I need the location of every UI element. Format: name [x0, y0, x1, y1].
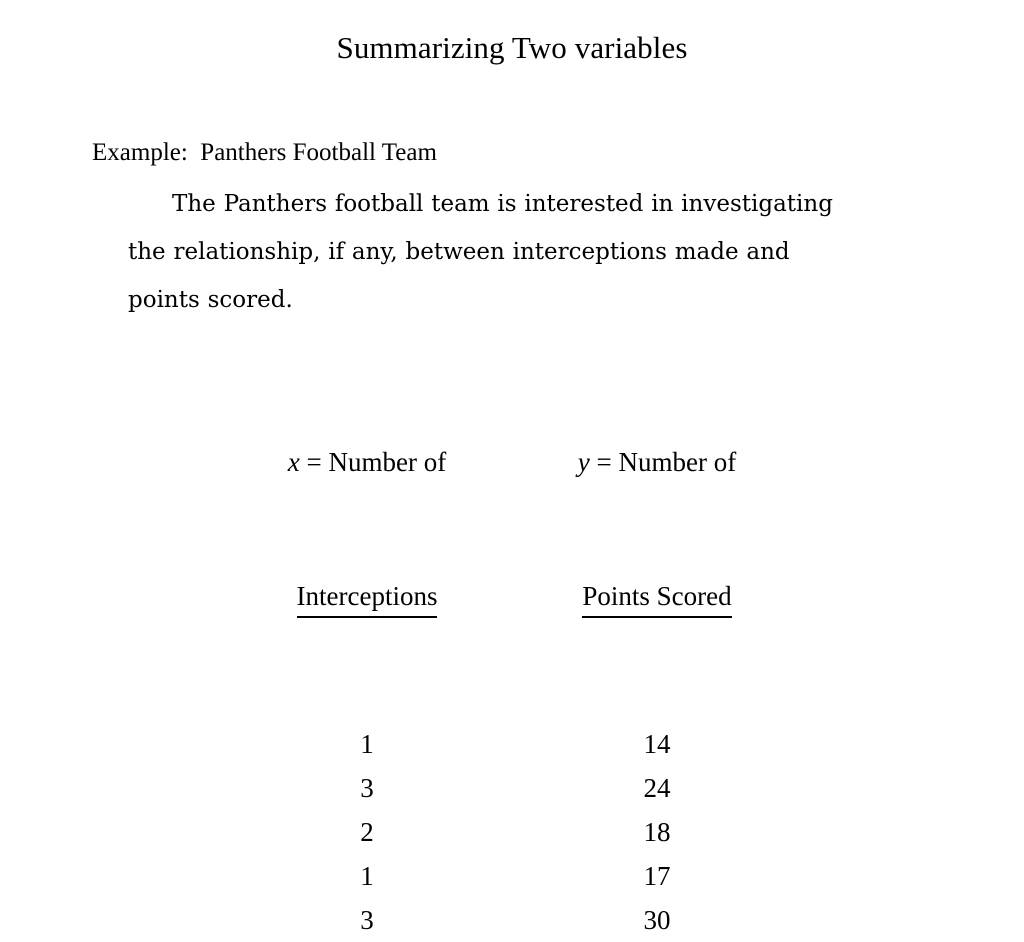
column-header-x-line2: Interceptions [296, 577, 438, 618]
column-header-x-text: = Number of [299, 447, 447, 477]
column-header-y-line2: Points Scored [582, 577, 732, 618]
cell-y: 18 [643, 817, 671, 847]
column-header-y-line2-wrap: Points Scored [512, 574, 802, 618]
table-body: 1 14 3 24 2 18 1 17 3 30 [0, 722, 1024, 942]
table-row: 3 24 [0, 766, 1024, 810]
page-title: Summarizing Two variables [336, 30, 688, 65]
variable-y-symbol: y [577, 447, 590, 477]
cell-y: 14 [643, 729, 671, 759]
table-header-row: x = Number of Interceptions y = Number o… [0, 352, 1024, 706]
cell-x: 2 [360, 817, 374, 847]
table-row: 2 18 [0, 810, 1024, 854]
column-header-y: y = Number of Points Scored [512, 352, 802, 706]
cell-x: 3 [360, 905, 374, 935]
variable-x-symbol: x [287, 447, 300, 477]
body-block: Example: Panthers Football Team The Pant… [92, 136, 912, 324]
cell-y: 24 [643, 773, 671, 803]
example-label: Example: Panthers Football Team [92, 139, 437, 166]
column-header-y-line1: y = Number of [512, 440, 802, 484]
column-header-x-line1: x = Number of [222, 440, 512, 484]
table-row: 3 30 [0, 898, 1024, 942]
description-paragraph: The Panthers football team is interested… [128, 191, 833, 313]
data-table: x = Number of Interceptions y = Number o… [0, 352, 1024, 942]
cell-x: 3 [360, 773, 374, 803]
slide: Summarizing Two variables Example: Panth… [0, 0, 1024, 935]
column-header-x: x = Number of Interceptions [222, 352, 512, 706]
column-header-y-text: = Number of [589, 447, 737, 477]
table-row: 1 14 [0, 722, 1024, 766]
cell-y: 30 [643, 905, 671, 935]
cell-y: 17 [643, 861, 671, 891]
cell-x: 1 [360, 861, 374, 891]
table-row: 1 17 [0, 854, 1024, 898]
column-header-x-line2-wrap: Interceptions [222, 574, 512, 618]
cell-x: 1 [360, 729, 374, 759]
